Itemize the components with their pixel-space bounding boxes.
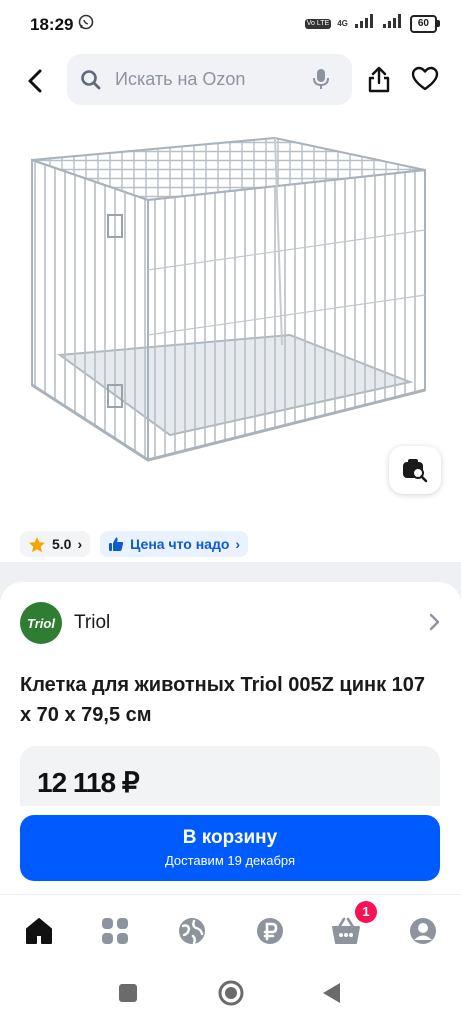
brand-name[interactable]: Triol bbox=[74, 612, 110, 634]
share-icon bbox=[368, 66, 390, 93]
bottom-nav bbox=[0, 894, 461, 967]
battery-icon: 60 bbox=[409, 14, 441, 33]
basket-icon bbox=[332, 917, 360, 944]
delivery-date: Доставим 19 декабря bbox=[164, 853, 296, 868]
price-quality-label: Цена что надо bbox=[130, 536, 230, 552]
recent-apps-button bbox=[119, 984, 137, 1002]
chevron-right-icon: › bbox=[77, 536, 83, 552]
heart-icon bbox=[411, 66, 439, 91]
cage-illustration bbox=[31, 136, 426, 462]
chevron-right-icon: › bbox=[235, 536, 241, 552]
brand-logo[interactable]: Triol bbox=[20, 602, 62, 644]
product-price: 12 118 ₽ bbox=[37, 767, 140, 798]
volte-badge: Vo LTE bbox=[304, 18, 332, 29]
add-to-cart-label: В корзину bbox=[182, 827, 278, 848]
favorite-button[interactable] bbox=[411, 66, 441, 94]
price-card: 12 118 ₽ bbox=[20, 746, 440, 806]
chevron-right-icon[interactable] bbox=[424, 610, 444, 639]
star-icon bbox=[29, 536, 45, 552]
nav-fresh[interactable] bbox=[176, 915, 208, 947]
mic-icon[interactable] bbox=[312, 68, 330, 95]
nav-catalog[interactable] bbox=[99, 915, 131, 947]
search-icon bbox=[80, 69, 102, 96]
nav-profile[interactable] bbox=[407, 915, 439, 947]
search-input[interactable] bbox=[115, 54, 305, 105]
ruble-icon bbox=[257, 918, 283, 944]
signal-icon-2 bbox=[382, 14, 404, 33]
nav-finance[interactable] bbox=[254, 915, 286, 947]
globe-icon bbox=[179, 918, 205, 945]
nav-home[interactable] bbox=[23, 915, 55, 947]
catalog-icon bbox=[102, 918, 128, 944]
badges-row: 5.0 › Цена что надо › bbox=[20, 531, 249, 557]
signal-icon bbox=[354, 14, 376, 33]
back-button-nav bbox=[323, 983, 340, 1003]
home-icon bbox=[26, 918, 52, 944]
nav-cart[interactable] bbox=[330, 915, 362, 947]
status-bar: 18:29 Vo LTE 4G 60 bbox=[0, 0, 461, 50]
network-type: 4G bbox=[337, 18, 348, 28]
product-title: Клетка для животных Triol 005Z цинк 107 … bbox=[20, 674, 426, 726]
camera-search-icon bbox=[403, 459, 428, 483]
thumbs-up-icon bbox=[109, 537, 124, 551]
share-button[interactable] bbox=[366, 66, 394, 94]
profile-icon bbox=[410, 918, 436, 944]
whatsapp-icon bbox=[78, 14, 94, 35]
rating-value: 5.0 bbox=[52, 536, 72, 552]
cart-count-badge: 1 bbox=[355, 901, 377, 923]
price-quality-badge[interactable]: Цена что надо › bbox=[100, 531, 249, 557]
product-image[interactable] bbox=[20, 120, 440, 480]
visual-search-button[interactable] bbox=[389, 446, 441, 494]
status-indicators: Vo LTE 4G 60 bbox=[304, 14, 441, 33]
system-nav-bar bbox=[0, 966, 461, 1024]
rating-badge[interactable]: 5.0 › bbox=[20, 531, 91, 557]
status-time: 18:29 bbox=[30, 15, 74, 34]
search-bar[interactable] bbox=[67, 54, 352, 105]
top-bar bbox=[0, 54, 461, 106]
back-button[interactable] bbox=[20, 66, 50, 96]
add-to-cart-button[interactable]: В корзину Доставим 19 декабря bbox=[20, 815, 440, 881]
back-arrow-icon bbox=[28, 69, 42, 93]
